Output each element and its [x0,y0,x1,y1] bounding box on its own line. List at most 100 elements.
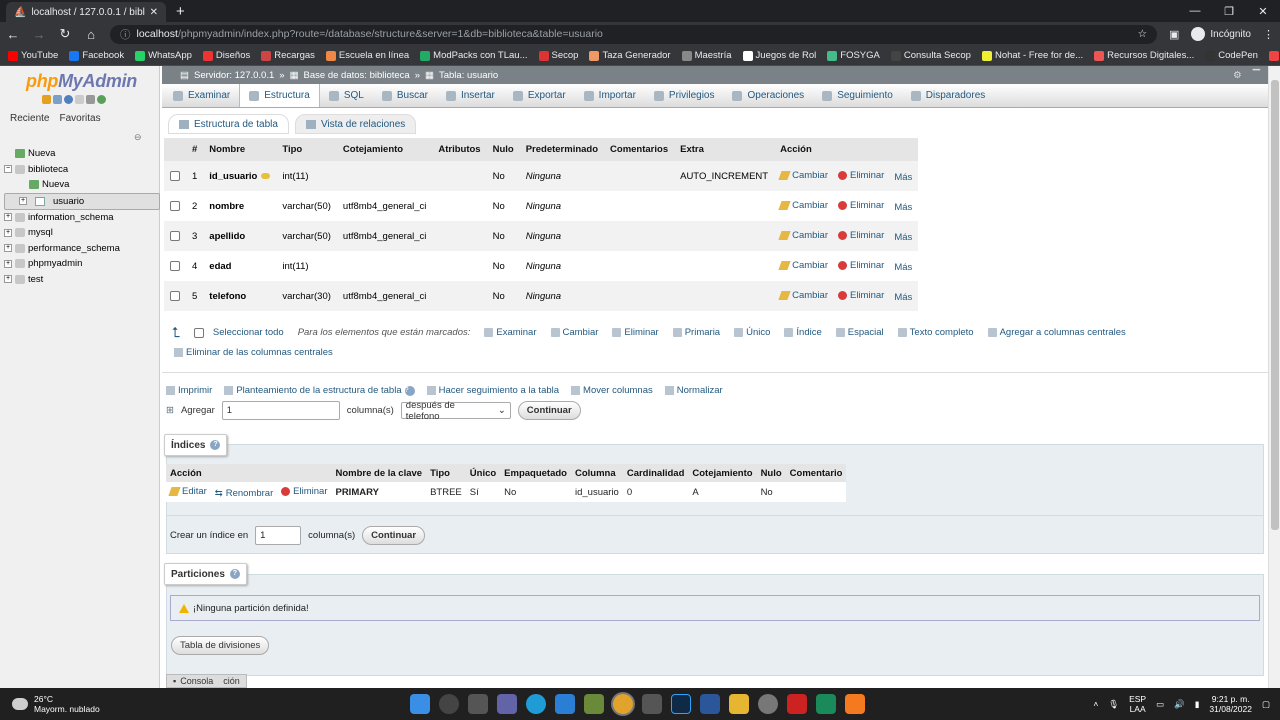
home-icon[interactable] [42,95,51,104]
row-checkbox[interactable] [170,230,180,241]
breadcrumb-db[interactable]: Base de datos: biblioteca [304,70,410,81]
vscode-icon[interactable] [555,694,575,714]
bookmark-item[interactable]: ModPacks con TLau... [420,50,528,61]
column-header[interactable]: Tipo [276,138,337,161]
tool-link[interactable]: Mover columnas [571,385,653,396]
language-indicator[interactable]: ESP LAA [1129,694,1146,714]
delete-link[interactable]: Eliminar [838,230,884,241]
bookmark-item[interactable]: Diseños [202,50,250,61]
expand-icon[interactable]: + [4,213,12,222]
tab-exportar[interactable]: Exportar [504,84,575,107]
collapse-icon[interactable]: ▔ [1253,70,1260,81]
bookmark-item[interactable]: Maestría [681,50,732,61]
more-dropdown[interactable]: Más [894,292,912,303]
tree-item[interactable]: Nueva [4,146,160,162]
reload-icon[interactable]: ↻ [58,26,72,42]
minimize-icon[interactable]: — [1178,5,1212,17]
change-link[interactable]: Cambiar [778,290,828,301]
close-icon[interactable]: ✕ [150,7,158,18]
battery-icon[interactable]: ▮ [1195,699,1200,709]
column-header[interactable]: Cotejamiento [336,138,433,161]
expand-icon[interactable]: + [19,197,27,205]
microphone-icon[interactable]: 🎙 [1108,699,1119,709]
delete-link[interactable]: Eliminar [838,200,884,211]
clock[interactable]: 9:21 p. m. 31/08/2022 [1209,694,1252,714]
row-checkbox[interactable] [170,260,180,271]
index-edit-link[interactable]: Editar [168,486,207,497]
delete-link[interactable]: Eliminar [838,260,884,271]
column-header[interactable]: Nulo [486,138,520,161]
forward-icon[interactable]: → [32,27,46,42]
camera-icon[interactable] [642,694,662,714]
help-icon[interactable] [64,95,73,104]
xampp-icon[interactable] [845,694,865,714]
favorites-tab[interactable]: Favoritas [57,112,102,125]
menu-dots-icon[interactable]: ⋮ [1263,28,1274,41]
tree-item[interactable]: − biblioteca [4,162,160,178]
pma-logo[interactable]: phpMyAdmin [0,66,159,92]
add-position-select[interactable]: después de telefono ⌄ [400,400,511,422]
column-header[interactable]: Extra [674,138,775,161]
star-icon[interactable]: ☆ [1138,28,1147,40]
row-checkbox[interactable] [170,200,180,211]
word-icon[interactable] [700,694,720,714]
index-rename-link[interactable]: ⇆ Renombrar [215,488,274,499]
page-scrollbar[interactable] [1268,66,1280,688]
add-columns-count-input[interactable]: 1 [221,401,340,420]
bookmark-item[interactable]: CodePen [1205,50,1258,61]
tool-link[interactable]: Planteamiento de la estructura de tabla? [224,385,415,396]
add-continue-button[interactable]: Continuar [517,401,581,420]
more-dropdown[interactable]: Más [894,232,912,243]
column-header[interactable]: Predeterminado [519,138,605,161]
docs-icon[interactable] [75,95,84,104]
weather-widget[interactable]: 26°C Mayorm. nublado [0,694,100,714]
bookmark-item[interactable]: Nohat - Free for de... [981,50,1083,61]
index-delete-link[interactable]: Eliminar [281,486,327,497]
bulk-action[interactable]: Primaria [672,327,720,338]
tree-item[interactable]: + phpmyadmin [4,256,160,272]
gear-icon[interactable]: ⚙ [1233,70,1242,81]
change-link[interactable]: Cambiar [778,230,828,241]
tool-link[interactable]: Normalizar [664,385,723,396]
home-icon[interactable]: ⌂ [84,27,98,42]
bookmark-item[interactable]: Domestika [1268,50,1280,61]
tab-estructura[interactable]: Estructura [239,84,320,107]
tab-examinar[interactable]: Examinar [164,84,239,107]
folder-icon[interactable] [729,694,749,714]
tab-privilegios[interactable]: Privilegios [645,84,724,107]
bookmark-item[interactable]: Consulta Secop [890,50,971,61]
tree-item[interactable]: + information_schema [4,210,160,226]
change-link[interactable]: Cambiar [778,260,828,271]
new-tab-button[interactable]: + [176,2,185,22]
edge-icon[interactable] [526,694,546,714]
breadcrumb-server[interactable]: Servidor: 127.0.0.1 [194,70,274,81]
tree-item[interactable]: + usuario [4,192,160,210]
select-all[interactable]: Seleccionar todo [194,327,284,338]
restore-icon[interactable]: ❐ [1212,5,1246,18]
tree-item[interactable]: + mysql [4,225,160,241]
column-header[interactable]: Atributos [432,138,487,161]
bookmark-item[interactable]: Secop [538,50,578,61]
minecraft-icon[interactable] [584,694,604,714]
incognito-badge[interactable]: Incógnito [1191,27,1251,41]
bookmark-item[interactable]: Recursos Digitales... [1094,50,1194,61]
reload-nav-icon[interactable] [97,95,106,104]
exit-icon[interactable] [53,95,62,104]
bookmark-item[interactable]: FOSYGA [827,50,880,61]
more-dropdown[interactable]: Más [894,172,912,183]
bulk-action[interactable]: Examinar [484,327,537,338]
create-index-count-input[interactable]: 1 [255,526,302,545]
expand-icon[interactable]: − [4,165,12,174]
delete-link[interactable]: Eliminar [838,170,884,181]
breadcrumb-table[interactable]: Tabla: usuario [439,70,498,81]
expand-icon[interactable]: + [4,228,12,237]
column-header[interactable]: # [186,138,204,161]
column-header[interactable]: Comentarios [604,138,675,161]
partition-table-button[interactable]: Tabla de divisiones [171,636,270,655]
tab-buscar[interactable]: Buscar [373,84,437,107]
bookmark-item[interactable]: WhatsApp [135,50,192,61]
column-header[interactable]: Acción [774,138,919,161]
column-header[interactable]: Nombre [203,138,277,161]
bookmark-item[interactable]: Facebook [69,50,124,61]
tab-seguimiento[interactable]: Seguimiento [813,84,902,107]
